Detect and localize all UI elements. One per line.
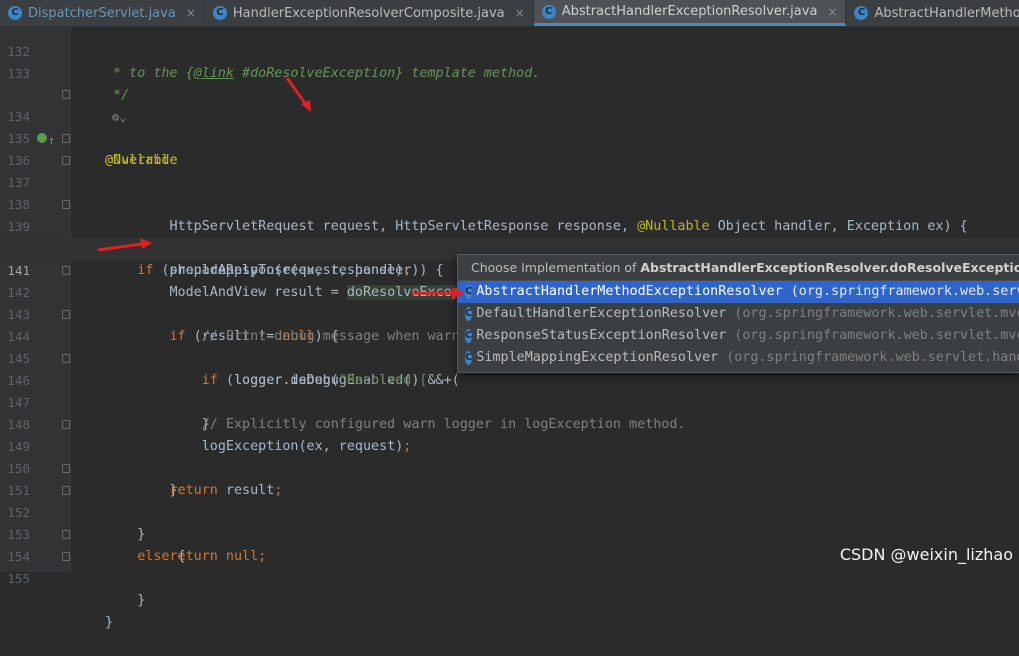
fold-icon[interactable]: [62, 486, 70, 495]
implementation-name: ResponseStatusExceptionResolver: [476, 328, 727, 343]
implementation-name: DefaultHandlerExceptionResolver: [476, 306, 727, 321]
code-line[interactable]: 135 @Nullable: [0, 106, 1019, 168]
class-icon: C: [465, 307, 473, 321]
fold-icon[interactable]: [62, 266, 70, 275]
code-text: }: [105, 615, 114, 630]
implementation-package: (org.springframework.web.servlet.mvc.a: [734, 328, 1019, 343]
code-line[interactable]: ⚙⌄: [0, 62, 1019, 124]
code-line[interactable]: 138: [0, 172, 1019, 212]
close-icon[interactable]: ×: [515, 6, 525, 20]
code-line[interactable]: 140 prepareResponse(ex, response);: [0, 216, 1019, 278]
code-line[interactable]: 149 }: [0, 414, 1019, 498]
code-text: }: [105, 593, 146, 608]
annotation-arrow-icon: [97, 238, 152, 252]
fold-icon[interactable]: [62, 156, 70, 165]
fold-icon[interactable]: [62, 310, 70, 319]
code-line[interactable]: 154 }: [0, 524, 1019, 608]
implementation-item[interactable]: C DefaultHandlerExceptionResolver (org.s…: [458, 303, 1019, 325]
class-icon: C: [541, 4, 556, 19]
code-line[interactable]: 150 return result;: [0, 436, 1019, 498]
implementation-package: (org.springframework.web.servlet.handle: [726, 350, 1019, 365]
close-icon[interactable]: ×: [827, 5, 837, 19]
implementation-package: (org.springframework.web.servlet.mvc: [790, 284, 1019, 299]
fold-icon[interactable]: [62, 530, 70, 539]
code-line[interactable]: 134 @Override: [0, 84, 1019, 168]
code-line[interactable]: 152 else {: [0, 480, 1019, 564]
class-icon: C: [8, 6, 22, 20]
implementation-item[interactable]: C AbstractHandlerMethodExceptionResolver…: [458, 281, 1019, 303]
implementation-item[interactable]: C ResponseStatusExceptionResolver (org.s…: [458, 325, 1019, 347]
fold-icon[interactable]: [62, 200, 70, 209]
annotation-arrow-icon: [285, 77, 311, 112]
fold-icon[interactable]: [62, 420, 70, 429]
code-line[interactable]: 133 */: [0, 41, 1019, 103]
choose-implementation-popup: Choose Implementation of AbstractHandler…: [457, 254, 1019, 373]
popup-title-method: AbstractHandlerExceptionResolver.doResol…: [640, 260, 1019, 275]
class-icon: C: [854, 6, 869, 20]
implementation-name: SimpleMappingExceptionResolver: [476, 350, 719, 365]
class-icon: C: [465, 351, 473, 365]
fold-icon[interactable]: [62, 354, 70, 363]
code-line[interactable]: 132 * to the {@link #doResolveException}…: [0, 19, 1019, 81]
class-icon: C: [212, 6, 227, 20]
code-line[interactable]: 153 return null;: [0, 502, 1019, 564]
code-line[interactable]: 137 HttpServletRequest request, HttpServ…: [0, 150, 1019, 234]
override-gutter-icon[interactable]: [37, 133, 47, 143]
code-line[interactable]: 139 if (shouldApplyTo(request, handler))…: [0, 194, 1019, 278]
class-icon: C: [465, 329, 473, 343]
annotation-arrow-icon: [412, 287, 464, 299]
popup-title: Choose Implementation of AbstractHandler…: [458, 255, 1019, 281]
implementation-name: AbstractHandlerMethodExceptionResolver: [476, 284, 783, 299]
line-number: 155: [7, 571, 30, 586]
implements-arrow-icon: ↑: [48, 134, 55, 147]
code-line[interactable]: 151 }: [0, 458, 1019, 542]
fold-icon[interactable]: [62, 552, 70, 561]
watermark: CSDN @weixin_lizhao: [839, 545, 1013, 564]
code-line[interactable]: 136 ↑ public ModelAndView resolveExcepti…: [0, 128, 1019, 256]
implementation-item[interactable]: C SimpleMappingExceptionResolver (org.sp…: [458, 347, 1019, 369]
tab-label: AbstractHandlerExceptionResolver.java: [561, 4, 818, 19]
close-icon[interactable]: ×: [186, 6, 196, 20]
fold-icon[interactable]: [62, 464, 70, 473]
fold-icon[interactable]: [62, 90, 70, 99]
code-line[interactable]: 147 // Explicitly configured warn logger…: [0, 370, 1019, 432]
implementation-package: (org.springframework.web.servlet.mvc.s: [734, 306, 1019, 321]
code-line[interactable]: 148 logException(ex, request);: [0, 392, 1019, 454]
fold-icon[interactable]: [62, 134, 70, 143]
class-icon: C: [465, 285, 473, 299]
